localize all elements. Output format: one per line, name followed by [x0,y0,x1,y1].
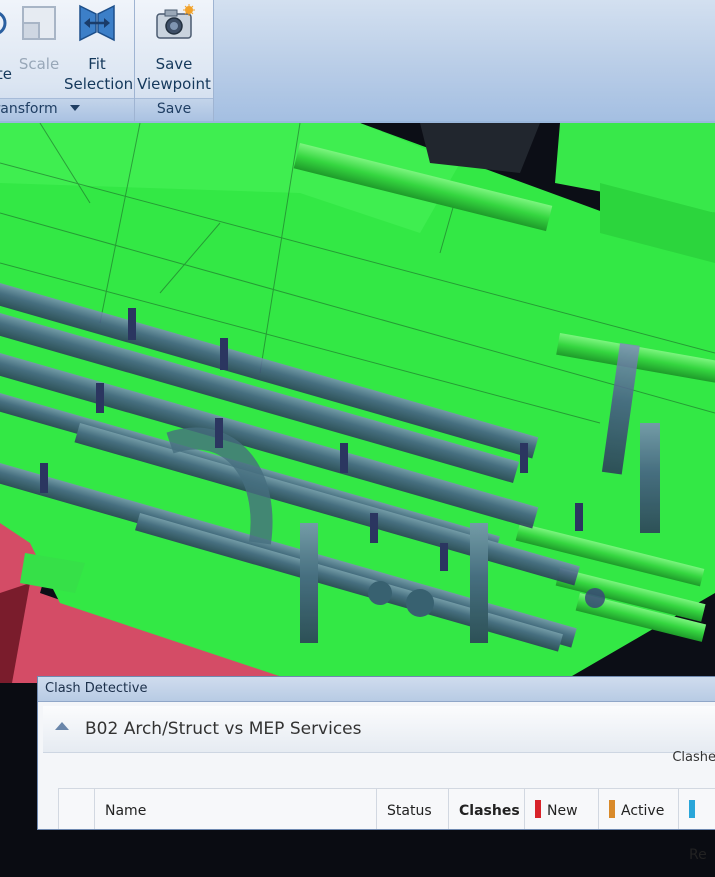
camera-save-icon [153,4,195,42]
new-status-swatch [535,800,541,818]
column-header-active-label: Active [621,803,665,819]
column-header-new-label: New [547,803,578,819]
save-viewpoint-button[interactable]: Save Viewpoint [137,4,211,94]
3d-viewport[interactable] [0,123,715,683]
column-header-status[interactable]: Status [376,789,448,829]
ribbon: Rotate Scale Fit Selection Tra [0,0,715,125]
clash-detective-panel: Clash Detective B02 Arch/Struct vs MEP S… [37,676,715,863]
save-group: Save Viewpoint Save [135,0,214,121]
column-header-select[interactable] [58,789,94,829]
column-header-reviewed-label: Re [689,847,707,863]
clashes-summary-label: Clashe [672,750,715,765]
scale-label: Scale [18,55,60,73]
collapse-caret-icon[interactable] [55,722,69,730]
save-viewpoint-label-line2: Viewpoint [137,75,211,93]
active-status-swatch [609,800,615,818]
fit-selection-button[interactable]: Fit Selection [64,4,134,94]
test-header[interactable]: B02 Arch/Struct vs MEP Services [43,706,715,753]
column-header-new[interactable]: New [524,789,598,829]
transform-footer-label: Transform [0,101,58,117]
scale-button[interactable]: Scale [14,4,64,74]
fit-selection-label-line2: Selection [64,75,134,93]
chevron-down-icon[interactable] [70,105,81,111]
clash-model-render [0,123,715,683]
save-group-footer: Save [135,98,213,121]
rotate-label: Rotate [0,65,12,83]
clash-detective-title[interactable]: Clash Detective [38,677,715,702]
scale-icon [18,4,60,42]
reviewed-status-swatch [689,800,695,818]
column-header-reviewed[interactable]: Re [678,789,715,863]
save-viewpoint-label-line1: Save [155,55,193,73]
results-table-header: Name Status Clashes New Active Re [58,788,715,863]
fit-selection-label-line1: Fit [88,55,106,73]
column-header-name[interactable]: Name [94,789,376,829]
clash-detective-body: B02 Arch/Struct vs MEP Services Clashe N… [38,702,715,863]
test-name: B02 Arch/Struct vs MEP Services [85,719,362,739]
transform-group-footer[interactable]: Transform [0,98,134,121]
column-header-clashes[interactable]: Clashes [448,789,524,829]
transform-group: Rotate Scale Fit Selection Tra [0,0,135,121]
column-header-active[interactable]: Active [598,789,678,829]
ribbon-empty-area [214,0,715,121]
fit-selection-icon [76,4,118,42]
